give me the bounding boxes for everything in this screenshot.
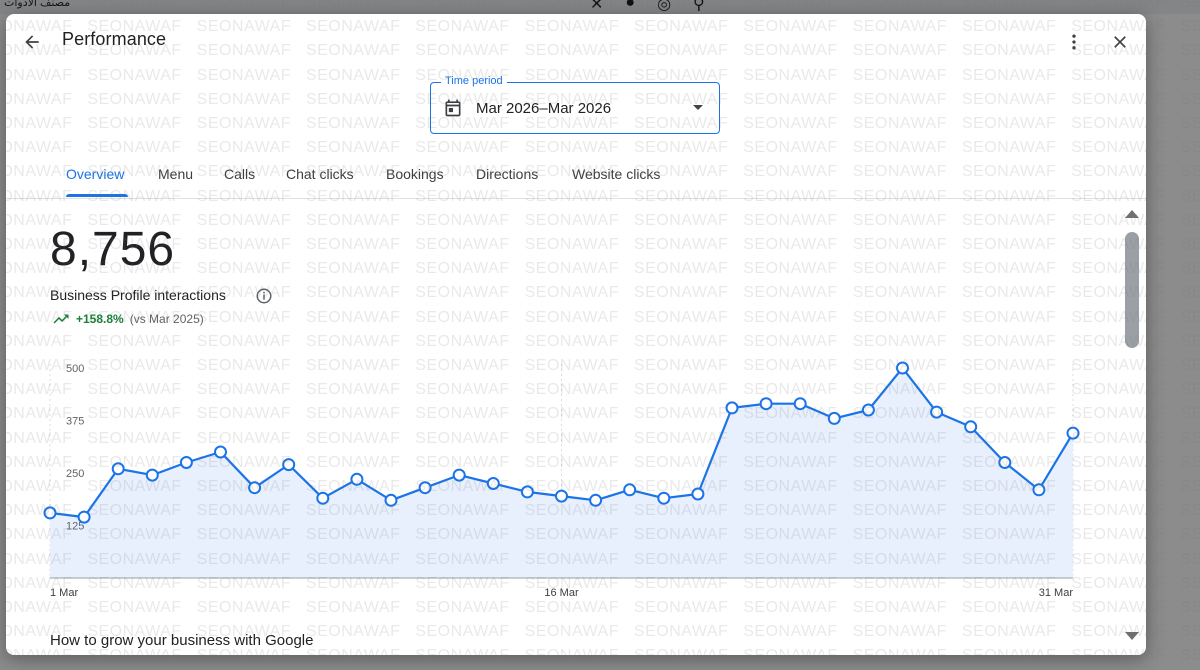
trending-up-icon [53,314,69,324]
data-point [589,493,603,507]
tab-directions[interactable]: Directions [476,166,538,182]
data-point [657,491,671,505]
arrow-back-icon [25,35,39,49]
interactions-total: 8,756 [50,223,176,276]
data-point [452,468,466,482]
scroll-down-arrow[interactable] [1125,632,1139,640]
data-point [759,397,773,411]
tab-bookings[interactable]: Bookings [386,166,444,182]
data-point [998,456,1012,469]
tab-menu[interactable]: Menu [158,166,193,182]
time-period-value: Mar 2026–Mar 2026 [476,100,612,117]
trend-row: +158.8% (vs Mar 2025) [52,312,204,326]
more-options-button[interactable] [1060,28,1088,56]
data-point [555,489,568,503]
data-point [282,458,296,472]
data-point [43,506,57,520]
x-tick-label: 31 Mar [1039,587,1074,599]
data-point [418,481,432,495]
x-tick-label: 16 Mar [544,587,579,599]
metric-label: Business Profile interactions [50,287,226,303]
data-point [316,491,330,505]
y-tick-label: 250 [66,468,84,480]
trend-percentage: +158.8% [76,312,124,326]
tab-website-clicks[interactable]: Website clicks [572,166,660,182]
active-tab-indicator [66,194,128,197]
scroll-up-arrow[interactable] [1125,210,1139,218]
data-point [827,411,841,425]
tab-chat-clicks[interactable]: Chat clicks [286,166,354,182]
chevron-down-icon [693,105,703,110]
time-period-label: Time period [441,75,507,87]
data-point [964,420,978,434]
page-title: Performance [62,29,167,49]
x-tick-label: 1 Mar [50,587,78,599]
close-icon [1114,36,1126,48]
tab-bar: Overview Menu Calls Chat clicks Bookings… [6,154,1146,199]
scrollbar[interactable] [1122,204,1142,654]
data-point [1032,483,1046,497]
data-point [77,510,91,524]
data-point [691,487,705,501]
y-tick-label: 375 [66,416,84,428]
data-point [179,456,193,469]
dialog-header: Performance [6,14,1146,70]
data-point [896,361,909,375]
data-point [725,401,739,415]
data-point [248,481,262,495]
tab-overview[interactable]: Overview [66,166,124,182]
data-point [111,462,125,476]
data-point [350,472,364,486]
info-icon[interactable] [255,287,273,305]
data-point [145,468,159,482]
time-period-select[interactable]: Time period Mar 2026–Mar 2026 [430,75,720,134]
data-point [623,483,637,497]
data-point [214,445,227,459]
data-point [861,403,875,417]
data-point [793,397,807,411]
y-tick-label: 500 [66,363,84,375]
trend-comparison: (vs Mar 2025) [129,312,204,326]
data-point [930,405,944,419]
calendar-icon [445,99,461,117]
data-point [384,493,398,507]
tab-calls[interactable]: Calls [224,166,255,182]
more-vert-icon [1072,34,1076,50]
data-point [1066,426,1080,440]
performance-dialog: Performance Time period Mar 2026–Mar 202… [6,14,1146,655]
back-button[interactable] [18,28,46,56]
close-button[interactable] [1106,28,1134,56]
scroll-thumb[interactable] [1125,232,1139,348]
interactions-chart: 1252503755001 Mar 16 Mar 31 Mar [43,361,1080,599]
data-point [486,477,500,490]
section-heading: How to grow your business with Google [50,632,314,649]
data-point [520,485,534,499]
